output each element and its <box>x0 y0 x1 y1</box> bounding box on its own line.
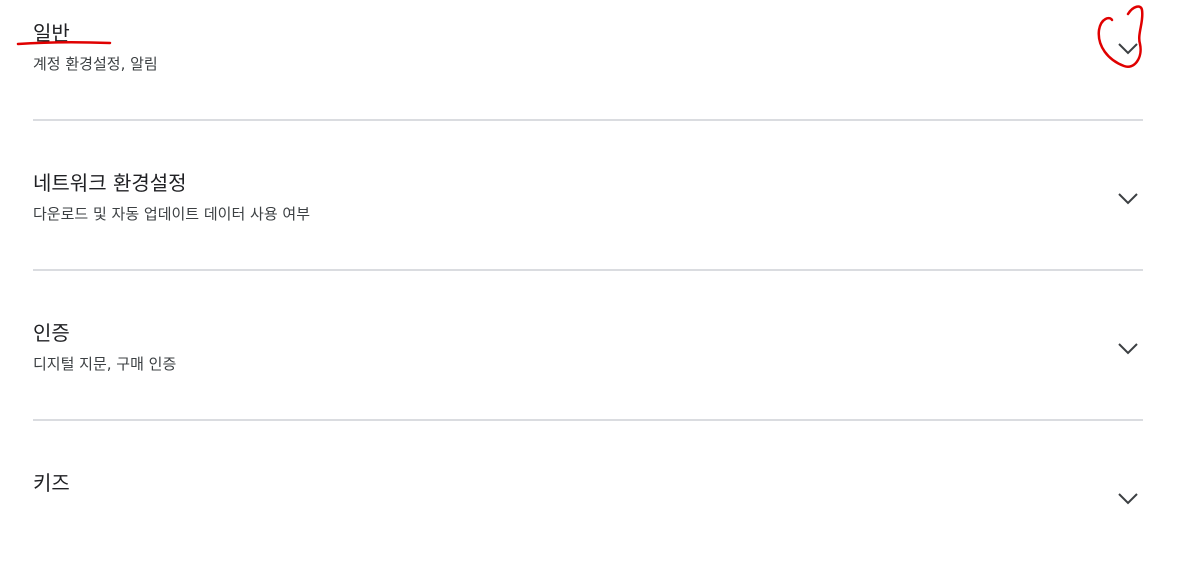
chevron-down-icon[interactable] <box>1115 336 1141 362</box>
settings-list: 일반 계정 환경설정, 알림 네트워크 환경설정 다운로드 및 자동 업데이트 … <box>0 0 1204 505</box>
chevron-down-icon[interactable] <box>1115 186 1141 212</box>
chevron-down-icon[interactable] <box>1115 36 1141 62</box>
settings-item-authentication[interactable]: 인증 디지털 지문, 구매 인증 <box>33 300 1143 420</box>
item-subtitle: 다운로드 및 자동 업데이트 데이터 사용 여부 <box>33 205 311 223</box>
settings-item-network-preferences[interactable]: 네트워크 환경설정 다운로드 및 자동 업데이트 데이터 사용 여부 <box>33 150 1143 270</box>
item-title: 네트워크 환경설정 <box>33 171 187 195</box>
item-subtitle: 계정 환경설정, 알림 <box>33 55 158 73</box>
divider <box>33 419 1143 421</box>
item-title: 일반 <box>33 21 70 45</box>
divider <box>33 269 1143 271</box>
item-title: 인증 <box>33 321 70 345</box>
settings-item-general[interactable]: 일반 계정 환경설정, 알림 <box>33 0 1143 120</box>
item-subtitle: 디지털 지문, 구매 인증 <box>33 355 177 373</box>
settings-item-kids[interactable]: 키즈 <box>33 450 1143 570</box>
divider <box>33 119 1143 121</box>
item-title: 키즈 <box>33 471 70 495</box>
